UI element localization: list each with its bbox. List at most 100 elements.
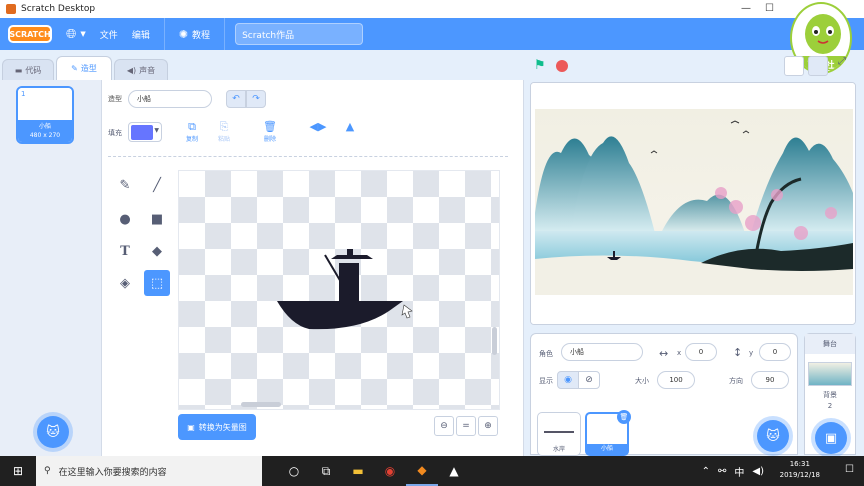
volume-icon[interactable]: ◀) bbox=[752, 466, 764, 477]
vertical-scrollbar[interactable] bbox=[492, 327, 497, 355]
stage-selector[interactable]: 舞台 背景 2 ▣ bbox=[804, 333, 856, 455]
scratch-logo[interactable]: SCRATCH bbox=[8, 25, 52, 43]
fill-color-picker[interactable]: ▼ bbox=[128, 122, 162, 142]
project-title-input[interactable]: Scratch作品 bbox=[235, 23, 364, 45]
fill-tool[interactable]: ◆ bbox=[144, 238, 170, 264]
tab-code[interactable]: ▬ 代码 bbox=[2, 59, 54, 80]
flip-vertical-button[interactable]: ▲ bbox=[336, 120, 364, 134]
horizontal-scrollbar[interactable] bbox=[241, 402, 281, 407]
costume-name-input[interactable]: 小船 bbox=[128, 90, 212, 108]
convert-label: 转换为矢量图 bbox=[198, 422, 247, 432]
window-title: Scratch Desktop bbox=[21, 4, 96, 14]
costume-size: 480 x 270 bbox=[29, 132, 61, 139]
tab-sounds[interactable]: ◀) 声音 bbox=[114, 59, 168, 80]
text-tool[interactable]: T bbox=[112, 238, 138, 264]
choose-sprite-button[interactable]: 🐱︎ bbox=[757, 420, 789, 452]
menu-bar: SCRATCH 🌐︎ ▼ 文件 编辑 ✺ 教程 Scratch作品 bbox=[0, 18, 864, 50]
sprite-thumbnail-boat[interactable]: 🗑︎ 小船 bbox=[585, 410, 631, 456]
size-label: 大小 bbox=[635, 377, 649, 385]
size-input[interactable]: 100 bbox=[657, 371, 695, 389]
convert-to-vector-button[interactable]: ▣ 转换为矢量图 bbox=[178, 414, 256, 440]
cat-add-icon: 🐱︎ bbox=[766, 428, 780, 444]
costume-list: 1 小船 480 x 270 🐱︎ bbox=[0, 80, 102, 456]
hide-sprite-button[interactable]: ⊘ bbox=[578, 371, 600, 389]
costume-thumbnail bbox=[18, 88, 72, 120]
stage-header: ⚑ ⤢ bbox=[530, 56, 856, 80]
notification-icon[interactable]: ☐ bbox=[845, 464, 854, 475]
stop-icon[interactable] bbox=[556, 60, 568, 72]
photos-icon[interactable]: ▲ bbox=[438, 456, 470, 486]
y-arrows-icon: ↕ bbox=[733, 346, 743, 359]
paste-label: 粘贴 bbox=[217, 136, 230, 143]
green-flag-icon[interactable]: ⚑ bbox=[534, 58, 546, 73]
y-input[interactable]: 0 bbox=[759, 343, 791, 361]
costume-item[interactable]: 1 小船 480 x 270 bbox=[16, 86, 74, 144]
copy-button[interactable]: ⧉ 复制 bbox=[178, 120, 206, 143]
circle-tool[interactable]: ● bbox=[112, 206, 138, 232]
zoom-in-button[interactable]: ⊕ bbox=[478, 416, 498, 436]
stage-thumbnail bbox=[808, 362, 852, 386]
speaker-icon: ◀) bbox=[126, 65, 137, 75]
edit-menu[interactable]: 编辑 bbox=[132, 28, 150, 41]
paste-button[interactable]: ⎘ 粘贴 bbox=[210, 120, 238, 143]
sprite-name-input[interactable]: 小船 bbox=[561, 343, 643, 361]
small-stage-button[interactable] bbox=[784, 56, 804, 76]
chrome-icon[interactable]: ◉ bbox=[374, 456, 406, 486]
windows-start-icon[interactable]: ⊞ bbox=[0, 464, 36, 478]
line-tool[interactable]: ╱ bbox=[144, 172, 170, 198]
sprite-thumbnail-shore[interactable]: 水岸 bbox=[537, 412, 581, 456]
language-menu[interactable]: 🌐︎ ▼ bbox=[66, 27, 86, 42]
clock-time: 16:31 bbox=[789, 460, 810, 468]
costume-name-label: 造型 bbox=[108, 95, 122, 103]
image-icon: ▣ bbox=[187, 422, 195, 432]
show-sprite-button[interactable]: ◉ bbox=[557, 371, 579, 389]
tutorials-label: 教程 bbox=[192, 30, 211, 41]
tab-costumes[interactable]: ✎ 造型 bbox=[56, 56, 112, 80]
minimize-icon[interactable]: — bbox=[741, 0, 751, 18]
tutorials-button[interactable]: ✺ 教程 bbox=[179, 28, 210, 41]
ime-indicator[interactable]: 中 bbox=[734, 464, 744, 479]
normal-stage-button[interactable] bbox=[808, 56, 828, 76]
editor-tabs: ▬ 代码 ✎ 造型 ◀) 声音 bbox=[0, 56, 200, 80]
zoom-out-button[interactable]: ⊖ bbox=[434, 416, 454, 436]
cortana-icon[interactable]: ○ bbox=[278, 456, 310, 486]
zoom-out-icon: ⊖ bbox=[440, 421, 448, 431]
taskbar-search-box[interactable]: ⚲ 在这里输入你要搜索的内容 bbox=[36, 456, 262, 486]
taskbar-clock[interactable]: 16:31 2019/12/18 bbox=[780, 459, 820, 481]
drawing-canvas[interactable] bbox=[178, 170, 500, 410]
stage-canvas[interactable] bbox=[530, 82, 856, 325]
x-input[interactable]: 0 bbox=[685, 343, 717, 361]
flip-horizontal-button[interactable]: ◀▶ bbox=[304, 120, 332, 134]
delete-button[interactable]: 🗑︎ 删除 bbox=[256, 120, 284, 143]
brush-tool[interactable]: ✎ bbox=[112, 172, 138, 198]
file-menu[interactable]: 文件 bbox=[100, 28, 118, 41]
fullscreen-icon[interactable]: ⤢ bbox=[832, 56, 852, 76]
chevron-down-icon: ▼ bbox=[154, 127, 159, 134]
landscape-backdrop bbox=[531, 83, 855, 324]
chevron-up-icon[interactable]: ⌃ bbox=[702, 466, 710, 477]
code-icon: ▬ bbox=[14, 65, 23, 75]
task-view-icon[interactable]: ⧉ bbox=[310, 456, 342, 486]
eraser-tool[interactable]: ◈ bbox=[112, 270, 138, 296]
select-icon: ⬚ bbox=[150, 275, 164, 291]
network-icon[interactable]: ⚯ bbox=[718, 466, 726, 477]
select-tool[interactable]: ⬚ bbox=[144, 270, 170, 296]
file-explorer-icon[interactable]: ▬ bbox=[342, 456, 374, 486]
shore-thumbnail-image bbox=[544, 427, 574, 433]
direction-input[interactable]: 90 bbox=[751, 371, 789, 389]
maximize-icon[interactable]: ☐ bbox=[765, 0, 774, 18]
undo-button[interactable]: ↶ bbox=[226, 90, 246, 108]
cat-add-icon: 🐱︎ bbox=[46, 424, 60, 440]
trash-icon[interactable]: 🗑︎ bbox=[617, 410, 631, 424]
zoom-reset-label: = bbox=[462, 421, 470, 431]
file-menu-label: 文件 bbox=[99, 30, 118, 41]
scratch-taskbar-icon[interactable]: ◆ bbox=[406, 456, 438, 486]
undo-icon: ↶ bbox=[232, 94, 240, 104]
edit-menu-label: 编辑 bbox=[131, 30, 150, 41]
rectangle-tool[interactable]: ■ bbox=[144, 206, 170, 232]
redo-button[interactable]: ↷ bbox=[246, 90, 266, 108]
choose-backdrop-button[interactable]: ▣ bbox=[815, 422, 847, 454]
zoom-reset-button[interactable]: = bbox=[456, 416, 476, 436]
sprite-info-panel: 角色 小船 ↔ x 0 ↕ y 0 显示 ◉ ⊘ 大小 100 方向 90 水岸… bbox=[530, 333, 798, 456]
choose-costume-button[interactable]: 🐱︎ bbox=[37, 416, 69, 448]
